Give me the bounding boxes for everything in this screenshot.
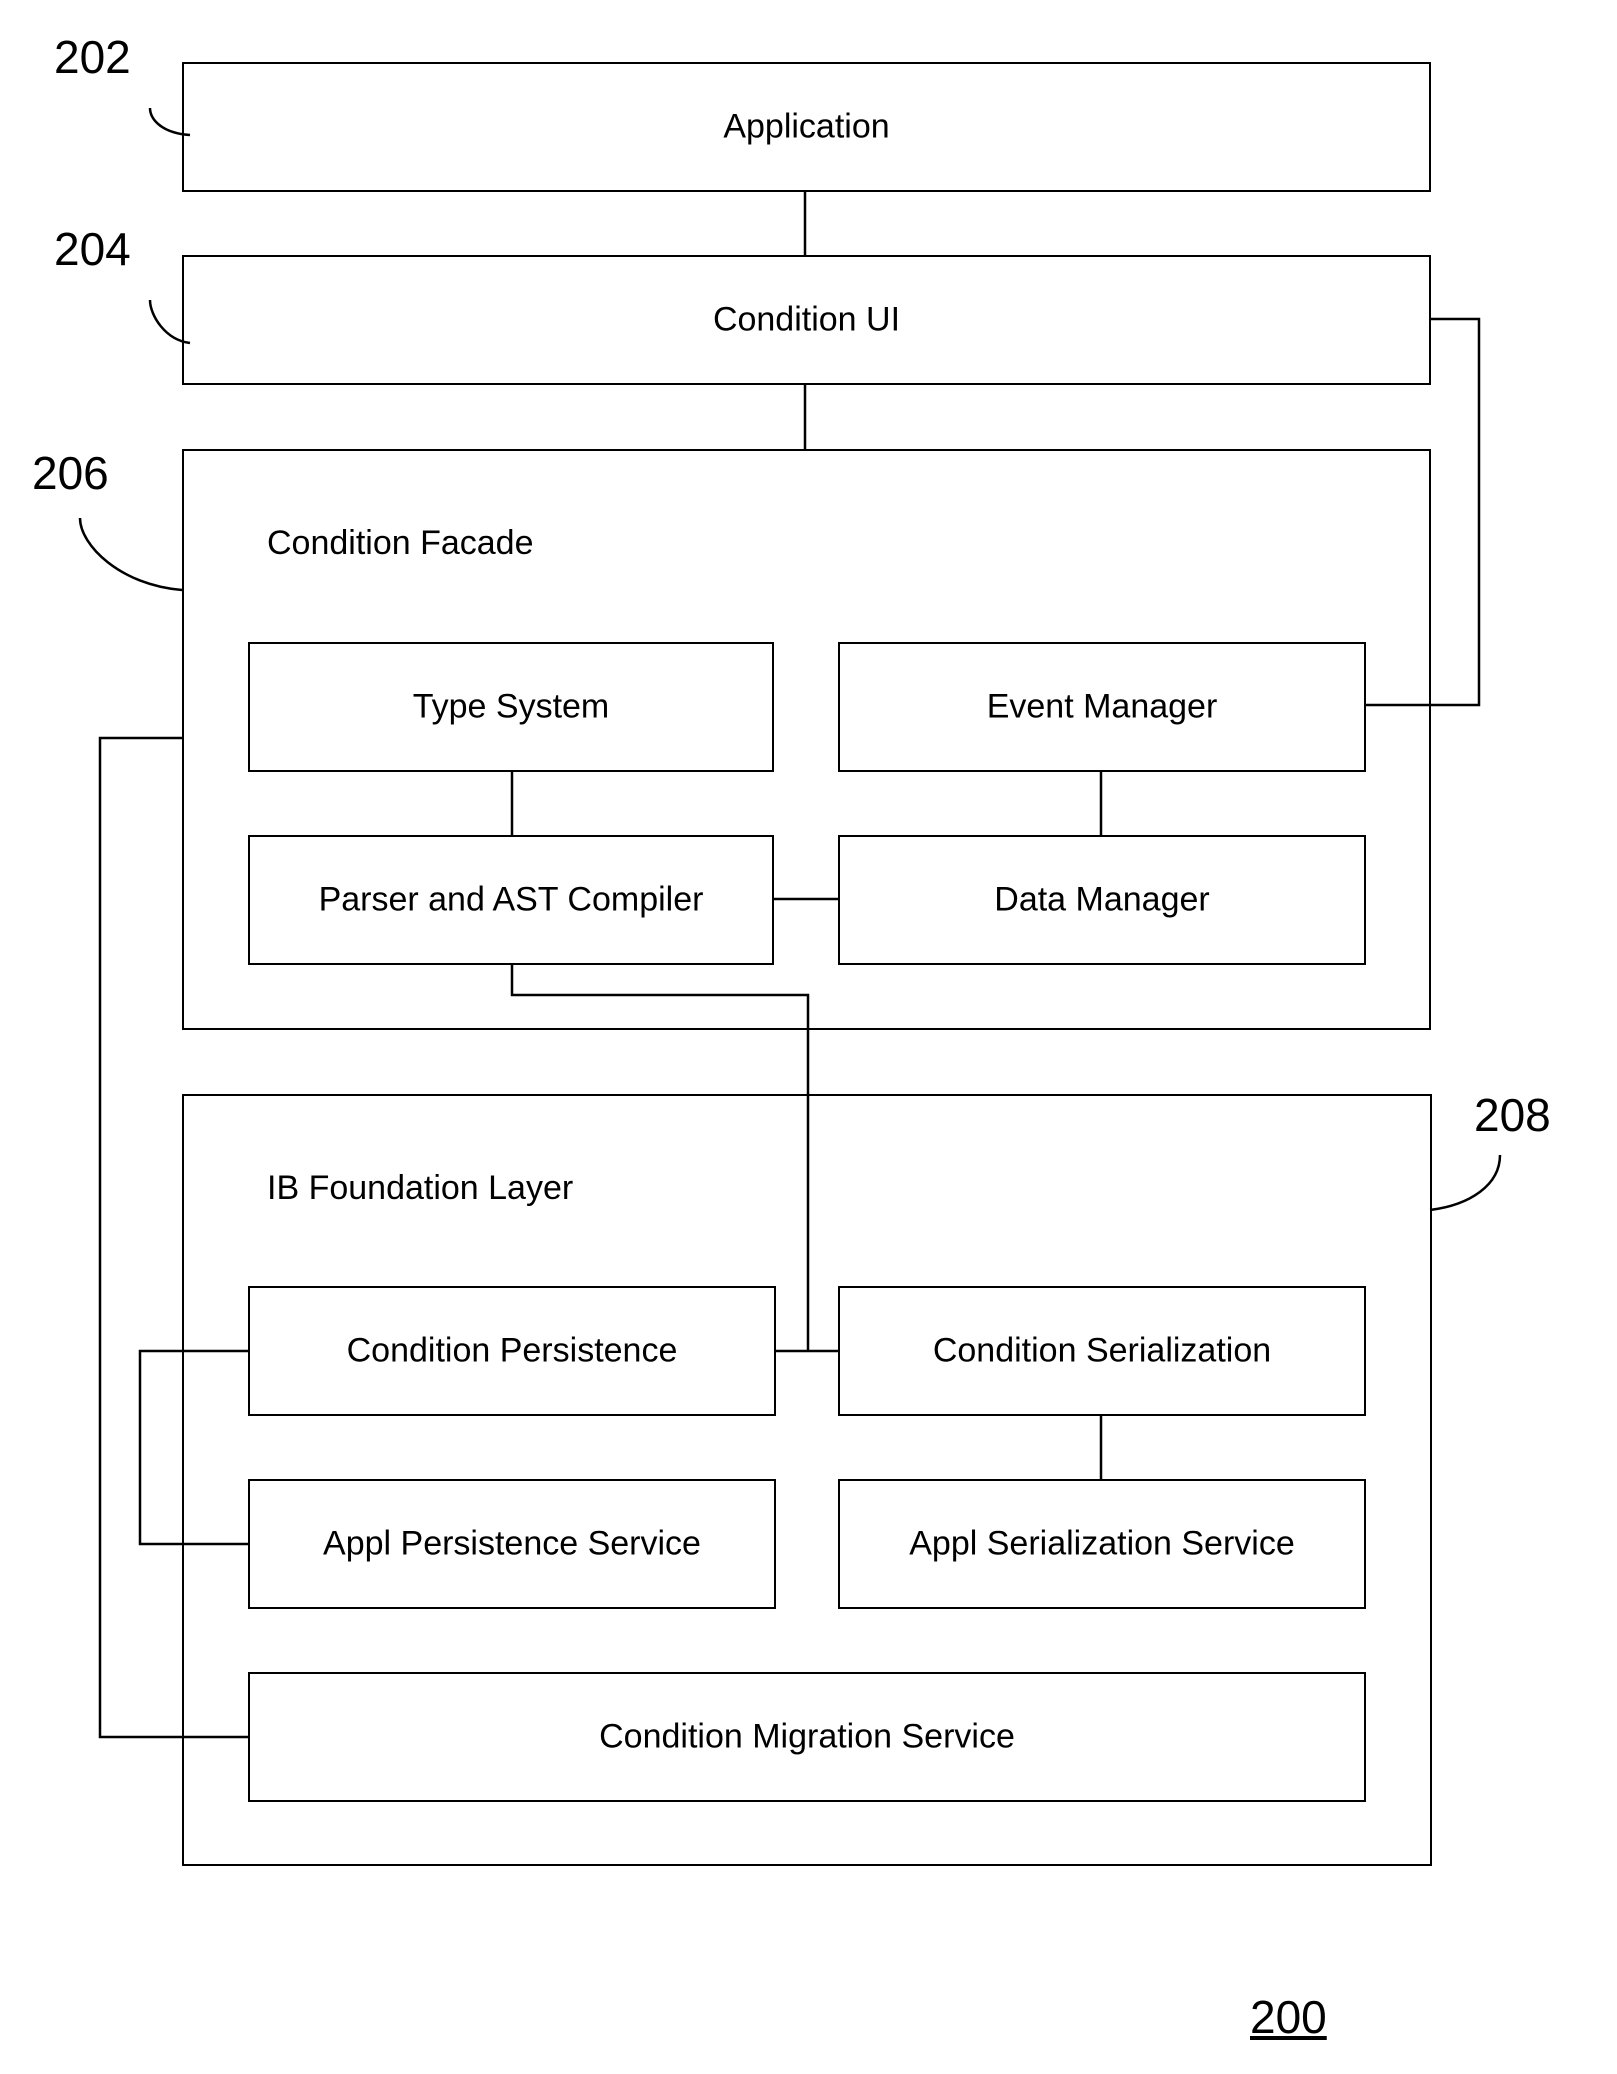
condition-persistence-block: Condition Persistence <box>248 1286 776 1416</box>
condition-facade-title: Condition Facade <box>267 524 534 562</box>
ref-label-204: 204 <box>54 223 131 275</box>
event-manager-label: Event Manager <box>986 687 1218 726</box>
ref-label-202: 202 <box>54 31 131 83</box>
condition-migration-service-block: Condition Migration Service <box>248 1672 1366 1802</box>
ref-label-206: 206 <box>32 447 109 499</box>
ref-label-208: 208 <box>1474 1089 1551 1141</box>
appl-serialization-service-block: Appl Serialization Service <box>838 1479 1366 1609</box>
condition-ui-label: Condition UI <box>712 300 901 339</box>
appl-persistence-service-label: Appl Persistence Service <box>323 1524 701 1563</box>
condition-serialization-block: Condition Serialization <box>838 1286 1366 1416</box>
leader-208 <box>1429 1154 1502 1212</box>
appl-serialization-service-label: Appl Serialization Service <box>909 1524 1295 1563</box>
type-system-label: Type System <box>412 687 610 726</box>
data-manager-label: Data Manager <box>994 880 1210 919</box>
condition-persistence-label: Condition Persistence <box>346 1331 678 1370</box>
condition-ui-block: Condition UI <box>182 255 1431 385</box>
figure-number: 200 <box>1250 1991 1327 2043</box>
parser-ast-compiler-block: Parser and AST Compiler <box>248 835 774 965</box>
data-manager-block: Data Manager <box>838 835 1366 965</box>
ib-foundation-layer-title: IB Foundation Layer <box>267 1169 574 1207</box>
parser-ast-compiler-label: Parser and AST Compiler <box>318 880 704 919</box>
event-manager-block: Event Manager <box>838 642 1366 772</box>
application-label: Application <box>723 107 890 146</box>
application-block: Application <box>182 62 1431 192</box>
type-system-block: Type System <box>248 642 774 772</box>
leader-206 <box>78 517 183 592</box>
condition-serialization-label: Condition Serialization <box>932 1331 1272 1370</box>
condition-migration-service-label: Condition Migration Service <box>599 1717 1015 1756</box>
appl-persistence-service-block: Appl Persistence Service <box>248 1479 776 1609</box>
